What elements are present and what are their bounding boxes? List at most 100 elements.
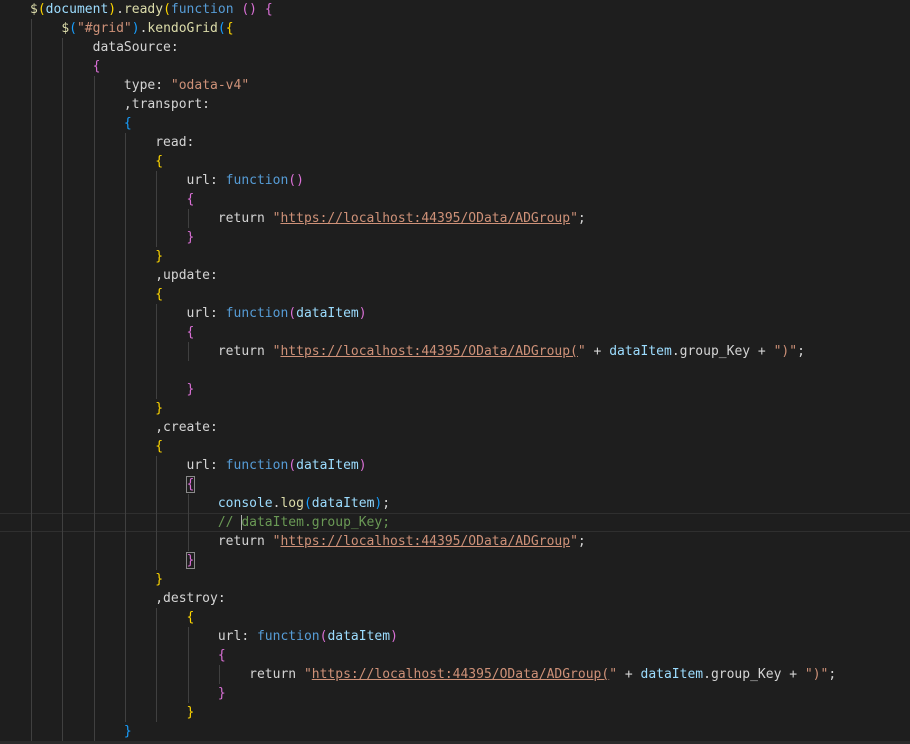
code-token: { [155,287,164,302]
code-token: kendoGrid [147,21,218,36]
code-token: { [186,325,195,340]
code-line[interactable]: ,update: [30,266,218,285]
code-token: .group_Key + [703,667,805,682]
code-line[interactable]: } [30,703,195,722]
code-token: { [225,21,234,36]
code-token: { [186,192,195,207]
code-line[interactable]: return "https://localhost:44395/OData/AD… [30,665,836,684]
code-line[interactable]: return "https://localhost:44395/OData/AD… [30,209,586,228]
code-token: https://localhost:44395/OData/ADGroup [280,211,571,226]
code-token: ,destroy: [30,591,226,606]
code-token: ( [217,21,226,36]
code-token: " [609,667,618,682]
code-token: " [303,667,312,682]
code-token: ) [131,21,140,36]
code-token: ; [382,496,391,511]
code-token: function [256,629,320,644]
code-token: ")" [773,344,798,359]
code-line[interactable]: ,destroy: [30,589,226,608]
code-line[interactable]: } [30,228,195,247]
code-token: console [217,496,273,511]
code-editor[interactable]: $(document).ready(function () { $("#grid… [0,0,910,744]
code-token: { [186,610,195,625]
code-token: } [155,401,164,416]
code-line[interactable]: ,create: [30,418,218,437]
code-token: ) [358,458,367,473]
code-line[interactable]: { [30,608,195,627]
code-line[interactable]: $("#grid").kendoGrid({ [30,19,234,38]
code-line[interactable]: { [30,57,101,76]
code-line[interactable]: url: function(dataItem) [30,627,398,646]
code-token: { [217,648,226,663]
code-token: ; [577,211,586,226]
code-token: ( [288,458,297,473]
code-token: ( [303,496,312,511]
code-token: { [264,2,273,17]
code-token: type: [30,78,171,93]
code-line[interactable]: } [30,722,132,741]
code-line[interactable]: type: "odata-v4" [30,76,249,95]
code-line[interactable]: { [30,437,163,456]
code-line[interactable]: } [30,551,196,570]
code-token: ) [358,306,367,321]
code-line[interactable]: // dataItem.group_Key; [30,513,390,532]
code-token: return [30,211,273,226]
code-token: dataItem [609,344,672,359]
code-token: $ [30,2,38,17]
code-token: dataItem [296,458,359,473]
code-line[interactable]: ,transport: [30,95,210,114]
code-token: https://localhost:44395/OData/ADGroup( [280,344,578,359]
code-token: function [225,173,289,188]
code-token: ) [108,2,117,17]
code-line[interactable]: dataSource: [30,38,179,57]
code-token: url: [30,629,257,644]
code-token: document [45,2,109,17]
code-line[interactable]: } [30,380,195,399]
code-line[interactable]: $(document).ready(function () { [30,0,273,19]
code-token: " [570,211,578,226]
code-token: function [225,458,289,473]
code-token: "#grid" [76,21,132,36]
code-token: function [225,306,289,321]
code-token: dataSource: [30,40,179,55]
code-token: . [116,2,124,17]
code-line[interactable]: { [30,190,195,209]
code-line[interactable]: } [30,247,163,266]
code-line[interactable]: } [30,684,226,703]
code-line[interactable]: } [30,399,163,418]
code-token: return [30,344,273,359]
code-line[interactable]: } [30,570,163,589]
code-line[interactable]: url: function() [30,171,304,190]
code-token: " [570,534,578,549]
code-line[interactable]: { [30,475,196,494]
code-line[interactable]: return "https://localhost:44395/OData/AD… [30,342,805,361]
code-line[interactable]: read: [30,133,194,152]
code-line[interactable]: { [30,152,163,171]
code-line[interactable]: url: function(dataItem) [30,456,367,475]
code-token: ( [37,2,46,17]
code-token: } [123,724,132,739]
code-token: ( [69,21,77,36]
code-token: } [155,572,164,587]
code-token: } [186,705,195,720]
code-token: return [30,667,304,682]
code-line[interactable]: { [30,114,132,133]
code-line[interactable]: { [30,285,163,304]
code-line[interactable]: { [30,323,195,342]
code-line[interactable]: console.log(dataItem); [30,494,390,513]
code-token: ) [390,629,398,644]
code-line[interactable]: url: function(dataItem) [30,304,367,323]
code-line[interactable]: { [30,646,226,665]
code-line[interactable]: return "https://localhost:44395/OData/AD… [30,532,586,551]
